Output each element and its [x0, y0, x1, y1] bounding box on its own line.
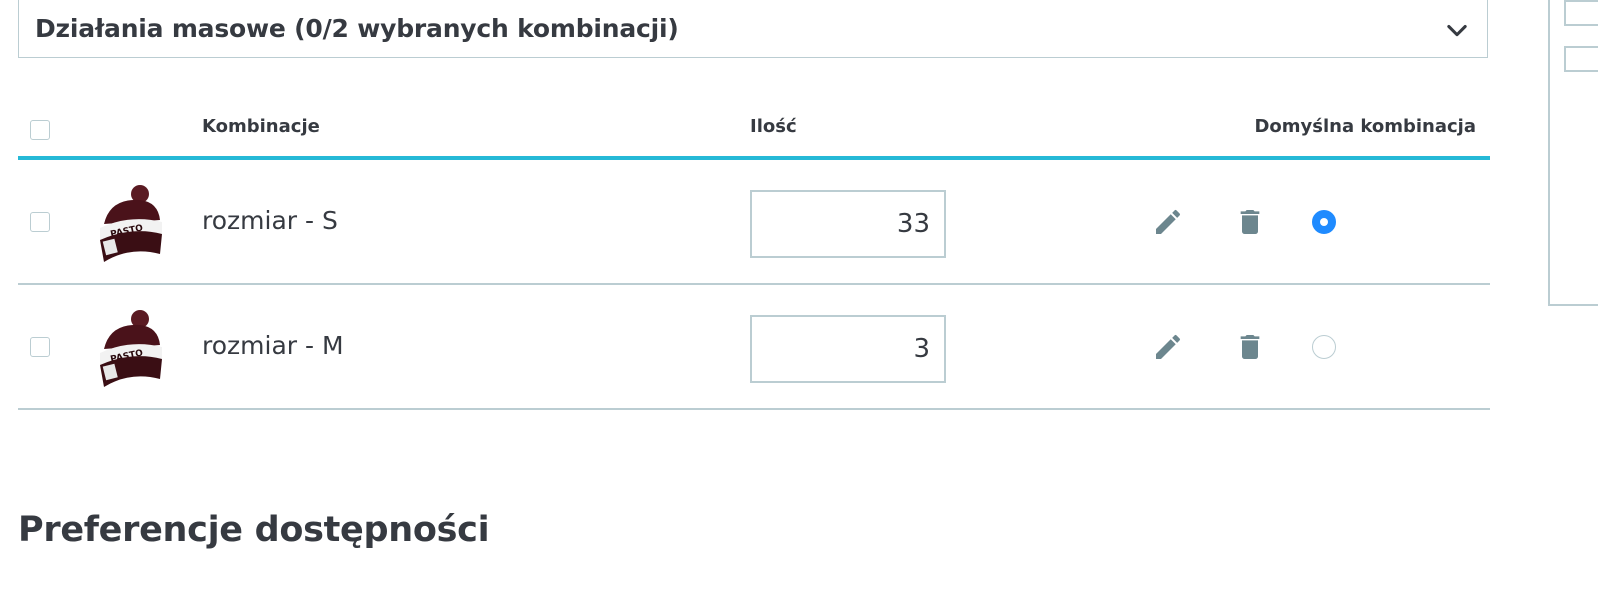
combination-name: rozmiar - M: [202, 331, 344, 360]
side-panel: [1548, 0, 1598, 306]
side-panel-field[interactable]: [1564, 0, 1598, 26]
default-combination-radio[interactable]: [1312, 210, 1336, 234]
product-thumbnail: PASTO: [100, 185, 162, 262]
pencil-icon[interactable]: [1152, 206, 1184, 238]
select-all-checkbox[interactable]: [30, 120, 50, 140]
product-thumbnail: PASTO: [100, 310, 162, 387]
combinations-table: Kombinacje Ilość Domyślna kombinacja PAS…: [18, 96, 1490, 410]
default-combination-radio[interactable]: [1312, 335, 1336, 359]
trash-icon[interactable]: [1234, 331, 1266, 363]
row-checkbox[interactable]: [30, 337, 50, 357]
quantity-input[interactable]: [750, 315, 946, 383]
header-combinations: Kombinacje: [202, 116, 320, 137]
table-row: PASTO rozmiar - M: [18, 285, 1490, 410]
bulk-actions-label: Działania masowe (0/2 wybranych kombinac…: [35, 13, 679, 43]
side-panel-field[interactable]: [1564, 46, 1598, 72]
row-checkbox[interactable]: [30, 212, 50, 232]
trash-icon[interactable]: [1234, 206, 1266, 238]
header-quantity: Ilość: [750, 116, 797, 137]
quantity-input[interactable]: [750, 190, 946, 258]
pencil-icon[interactable]: [1152, 331, 1184, 363]
table-row: PASTO rozmiar - S: [18, 160, 1490, 285]
chevron-down-icon: [1447, 24, 1467, 37]
combination-name: rozmiar - S: [202, 206, 338, 235]
table-header: Kombinacje Ilość Domyślna kombinacja: [18, 96, 1490, 160]
availability-preferences-heading: Preferencje dostępności: [18, 510, 490, 550]
header-default-combination: Domyślna kombinacja: [1254, 116, 1476, 137]
bulk-actions-dropdown[interactable]: Działania masowe (0/2 wybranych kombinac…: [18, 0, 1488, 58]
